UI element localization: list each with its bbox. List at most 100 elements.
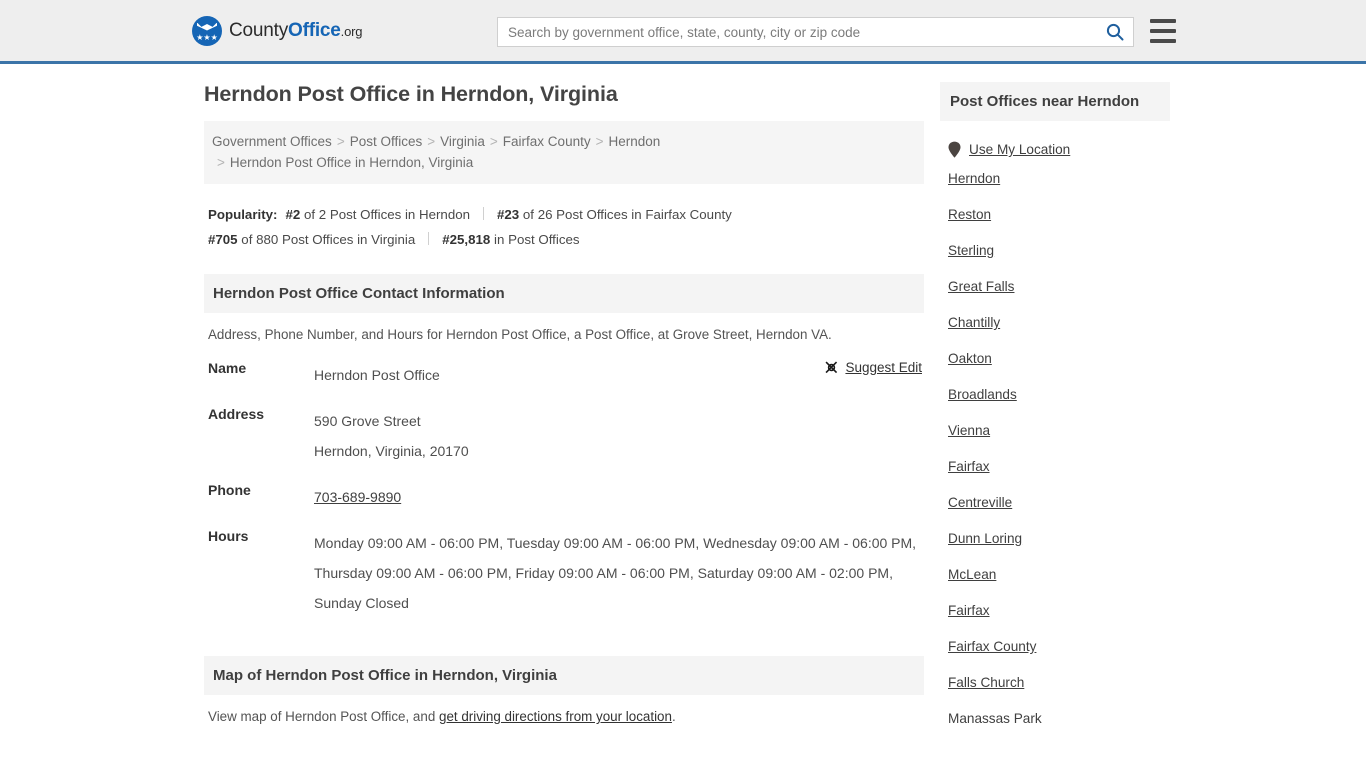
popularity-rank: #25,818 bbox=[442, 232, 491, 247]
breadcrumb-separator: > bbox=[217, 155, 225, 170]
search-bar bbox=[497, 17, 1134, 47]
popularity-entry-overall: #25,818 in Post Offices bbox=[442, 232, 579, 247]
contact-section-heading: Herndon Post Office Contact Information bbox=[204, 274, 924, 313]
breadcrumb-separator: > bbox=[489, 134, 498, 149]
logo-text-part3: .org bbox=[340, 23, 363, 39]
logo-text-part1: County bbox=[229, 19, 289, 41]
main-content: Herndon Post Office in Herndon, Virginia… bbox=[204, 82, 924, 724]
popularity-text: of 26 Post Offices in Fairfax County bbox=[522, 207, 732, 222]
map-section-heading: Map of Herndon Post Office in Herndon, V… bbox=[204, 656, 924, 695]
hamburger-menu-icon[interactable] bbox=[1150, 19, 1176, 43]
sidebar-place-manassas-park[interactable]: Manassas Park bbox=[948, 711, 1042, 726]
list-item: Herndon bbox=[948, 170, 1170, 188]
popularity-label: Popularity: bbox=[208, 207, 278, 222]
popularity-rank: #23 bbox=[497, 207, 520, 222]
value-hours: Monday 09:00 AM - 06:00 PM, Tuesday 09:0… bbox=[314, 535, 917, 611]
list-item: Fairfax bbox=[948, 458, 1170, 476]
popularity-entry-virginia: #705 of 880 Post Offices in Virginia bbox=[208, 232, 415, 247]
value-address: 590 Grove Street Herndon, Virginia, 2017… bbox=[314, 406, 924, 482]
breadcrumb-separator: > bbox=[595, 134, 604, 149]
list-item: Sterling bbox=[948, 242, 1170, 260]
sidebar-place-dunn-loring[interactable]: Dunn Loring bbox=[948, 531, 1022, 546]
logo-text: CountyOffice.org bbox=[229, 20, 362, 42]
use-my-location-row[interactable]: Use My Location bbox=[940, 135, 1170, 164]
breadcrumb-item-herndon[interactable]: Herndon bbox=[608, 134, 660, 149]
list-item: Dunn Loring bbox=[948, 530, 1170, 548]
list-item: Reston bbox=[948, 206, 1170, 224]
label-name: Name bbox=[208, 360, 247, 376]
table-row-address: Address 590 Grove Street Herndon, Virgin… bbox=[204, 406, 924, 482]
use-my-location-link[interactable]: Use My Location bbox=[969, 142, 1070, 157]
popularity-divider bbox=[483, 207, 485, 220]
list-item: Fairfax County bbox=[948, 638, 1170, 656]
popularity-text: in Post Offices bbox=[494, 232, 580, 247]
list-item: Fairfax bbox=[948, 602, 1170, 620]
breadcrumb-item-post-offices[interactable]: Post Offices bbox=[350, 134, 423, 149]
breadcrumb-item-fairfax-county[interactable]: Fairfax County bbox=[503, 134, 591, 149]
map-desc-before: View map of Herndon Post Office, and bbox=[208, 709, 439, 724]
logo-text-part2: Office bbox=[288, 19, 341, 41]
contact-section-description: Address, Phone Number, and Hours for Her… bbox=[208, 327, 832, 342]
sidebar-place-centreville[interactable]: Centreville bbox=[948, 495, 1012, 510]
search-input[interactable] bbox=[498, 18, 1097, 46]
breadcrumb-item-virginia[interactable]: Virginia bbox=[440, 134, 485, 149]
popularity-divider bbox=[428, 232, 430, 245]
sidebar-place-mclean[interactable]: McLean bbox=[948, 567, 996, 582]
value-phone: 703-689-9890 bbox=[314, 482, 924, 528]
map-desc-after: . bbox=[671, 709, 676, 724]
eagle-seal-icon: ★★★ bbox=[192, 15, 222, 46]
edit-suggest-icon bbox=[825, 361, 838, 374]
logo-stars: ★★★ bbox=[196, 32, 218, 42]
sidebar-place-herndon[interactable]: Herndon bbox=[948, 171, 1000, 186]
list-item: Oakton bbox=[948, 350, 1170, 368]
nearby-post-offices-list: Herndon Reston Sterling Great Falls Chan… bbox=[940, 170, 1170, 728]
breadcrumb-current: Herndon Post Office in Herndon, Virginia bbox=[229, 155, 474, 170]
label-hours: Hours bbox=[208, 528, 249, 544]
sidebar-place-chantilly[interactable]: Chantilly bbox=[948, 315, 1000, 330]
list-item: Centreville bbox=[948, 494, 1170, 512]
breadcrumb-item-government-offices[interactable]: Government Offices bbox=[212, 134, 332, 149]
popularity-entry-fairfax-county: #23 of 26 Post Offices in Fairfax County bbox=[497, 207, 732, 222]
breadcrumb-separator: > bbox=[336, 134, 345, 149]
search-button[interactable] bbox=[1097, 18, 1133, 46]
map-section-description: View map of Herndon Post Office, and get… bbox=[204, 709, 924, 724]
suggest-edit-cell: Suggest Edit bbox=[794, 360, 924, 406]
address-line-2: Herndon, Virginia, 20170 bbox=[314, 443, 469, 459]
list-item: Vienna bbox=[948, 422, 1170, 440]
contact-info-table: Name Herndon Post Office Suggest Edit Ad… bbox=[204, 360, 924, 634]
sidebar-place-fairfax[interactable]: Fairfax bbox=[948, 459, 990, 474]
label-phone: Phone bbox=[208, 482, 251, 498]
sidebar-place-broadlands[interactable]: Broadlands bbox=[948, 387, 1017, 402]
driving-directions-link[interactable]: get driving directions from your locatio… bbox=[439, 709, 672, 724]
suggest-edit-link[interactable]: Suggest Edit bbox=[824, 360, 922, 375]
sidebar-place-reston[interactable]: Reston bbox=[948, 207, 991, 222]
table-row-hours: Hours Monday 09:00 AM - 06:00 PM, Tuesda… bbox=[204, 528, 924, 634]
sidebar-place-sterling[interactable]: Sterling bbox=[948, 243, 994, 258]
table-row-phone: Phone 703-689-9890 bbox=[204, 482, 924, 528]
sidebar-place-fairfax-2[interactable]: Fairfax bbox=[948, 603, 990, 618]
search-icon bbox=[1106, 23, 1124, 41]
table-row-name: Name Herndon Post Office Suggest Edit bbox=[204, 360, 924, 406]
popularity-text: of 880 Post Offices in Virginia bbox=[241, 232, 416, 247]
list-item: Manassas Park bbox=[948, 710, 1170, 728]
sidebar: Post Offices near Herndon Use My Locatio… bbox=[940, 82, 1170, 746]
phone-link[interactable]: 703-689-9890 bbox=[314, 489, 401, 505]
list-item: Falls Church bbox=[948, 674, 1170, 692]
sidebar-place-fairfax-county[interactable]: Fairfax County bbox=[948, 639, 1036, 654]
sidebar-place-great-falls[interactable]: Great Falls bbox=[948, 279, 1014, 294]
site-logo[interactable]: ★★★ CountyOffice.org bbox=[192, 15, 362, 46]
map-pin-icon bbox=[948, 141, 961, 158]
breadcrumb-separator: > bbox=[427, 134, 436, 149]
sidebar-place-vienna[interactable]: Vienna bbox=[948, 423, 990, 438]
sidebar-place-falls-church[interactable]: Falls Church bbox=[948, 675, 1024, 690]
suggest-edit-label: Suggest Edit bbox=[845, 360, 922, 375]
sidebar-heading: Post Offices near Herndon bbox=[940, 82, 1170, 121]
list-item: Great Falls bbox=[948, 278, 1170, 296]
site-header: ★★★ CountyOffice.org bbox=[0, 0, 1366, 64]
sidebar-place-oakton[interactable]: Oakton bbox=[948, 351, 992, 366]
label-address: Address bbox=[208, 406, 265, 422]
popularity-text: of 2 Post Offices in Herndon bbox=[303, 207, 471, 222]
address-line-1: 590 Grove Street bbox=[314, 413, 421, 429]
popularity-rank: #2 bbox=[285, 207, 301, 222]
value-name: Herndon Post Office bbox=[314, 367, 440, 383]
